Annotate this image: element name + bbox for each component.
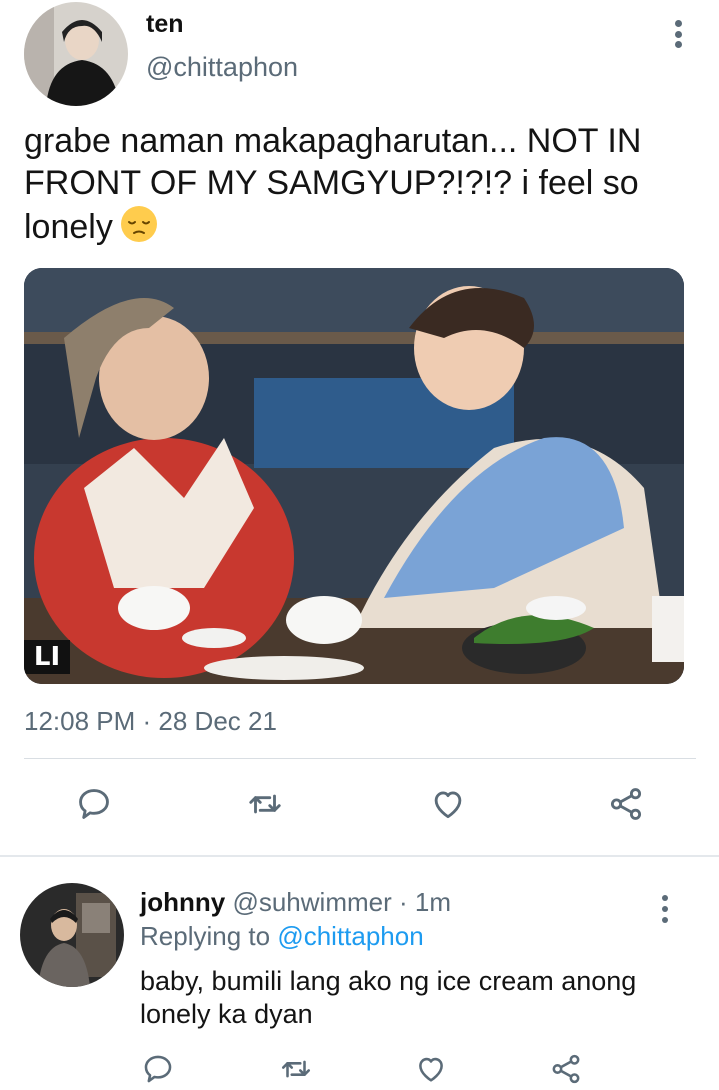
share-icon[interactable] bbox=[606, 782, 646, 826]
retweet-icon[interactable] bbox=[278, 1049, 314, 1089]
media-watermark: LI bbox=[24, 640, 70, 674]
like-icon[interactable] bbox=[428, 782, 468, 826]
avatar[interactable] bbox=[20, 883, 124, 987]
main-tweet: ten @chittaphon grabe naman makapagharut… bbox=[0, 0, 719, 857]
share-icon[interactable] bbox=[548, 1049, 584, 1089]
divider bbox=[24, 758, 696, 759]
handle[interactable]: @suhwimmer bbox=[232, 887, 391, 917]
tweet-media-image[interactable]: LI bbox=[24, 268, 684, 684]
replying-to: Replying to @chittaphon bbox=[140, 921, 424, 952]
pensive-face-icon bbox=[120, 206, 157, 242]
display-name[interactable]: ten bbox=[146, 10, 184, 39]
more-options-icon[interactable] bbox=[655, 893, 675, 925]
retweet-icon[interactable] bbox=[245, 782, 285, 826]
tweet-text: grabe naman makapagharutan... NOT IN FRO… bbox=[24, 120, 704, 248]
like-icon[interactable] bbox=[413, 1049, 449, 1089]
action-bar bbox=[0, 1049, 719, 1089]
replying-prefix: Replying to bbox=[140, 921, 278, 951]
reply-time: 1m bbox=[414, 887, 451, 917]
tweet-text-content: grabe naman makapagharutan... NOT IN FRO… bbox=[24, 122, 642, 246]
reply-text: baby, bumili lang ako ng ice cream anong… bbox=[140, 966, 637, 1029]
more-options-icon[interactable] bbox=[668, 16, 688, 52]
reply-icon[interactable] bbox=[74, 782, 114, 826]
action-bar bbox=[0, 782, 719, 832]
reply-icon[interactable] bbox=[140, 1049, 176, 1089]
reply-tweet[interactable]: johnny @suhwimmer · 1m Replying to @chit… bbox=[0, 857, 719, 1090]
avatar[interactable] bbox=[24, 2, 128, 106]
handle[interactable]: @chittaphon bbox=[146, 52, 298, 83]
separator: · bbox=[391, 887, 415, 917]
reply-header: johnny @suhwimmer · 1m bbox=[140, 887, 451, 918]
timestamp[interactable]: 12:08 PM · 28 Dec 21 bbox=[24, 706, 277, 737]
display-name[interactable]: johnny bbox=[140, 887, 225, 917]
replying-to-link[interactable]: @chittaphon bbox=[277, 921, 423, 951]
